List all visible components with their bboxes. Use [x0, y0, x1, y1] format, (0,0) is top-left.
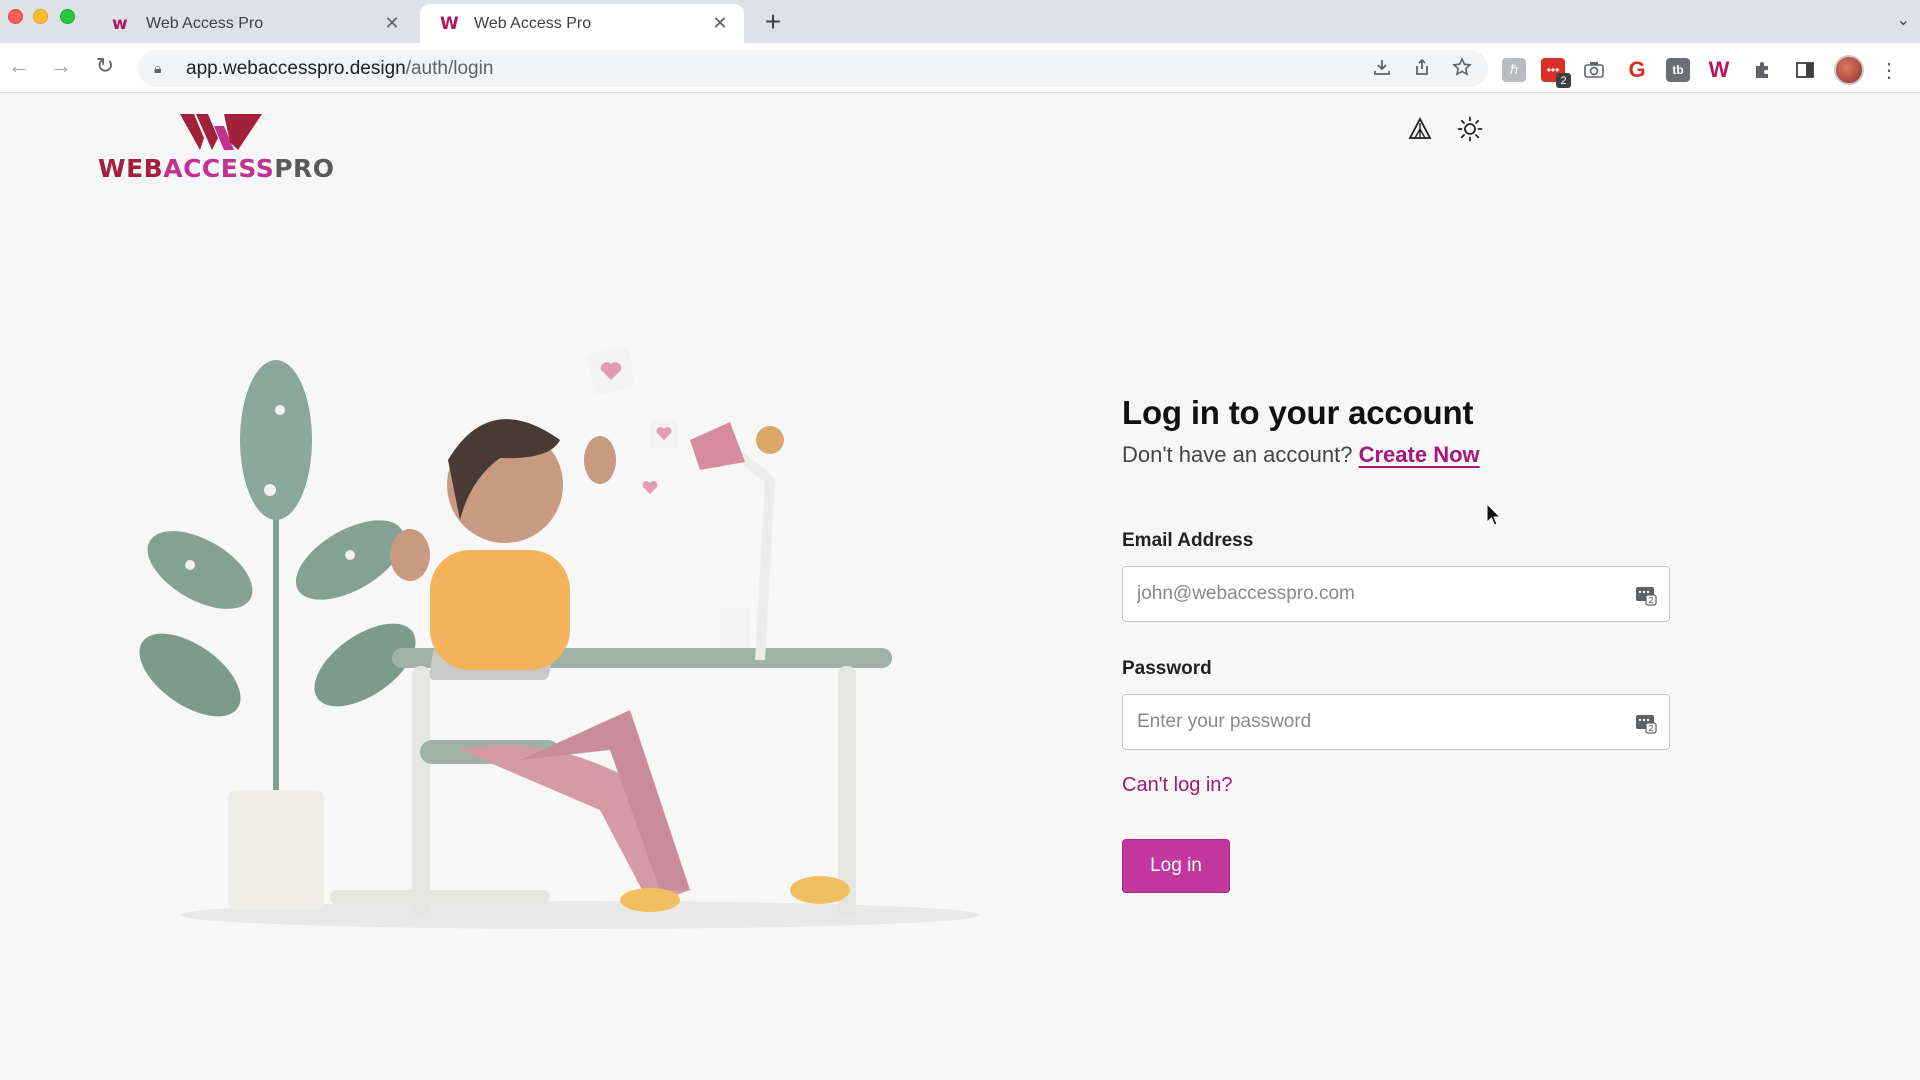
svg-text:2: 2 — [1649, 596, 1654, 605]
share-icon[interactable] — [1412, 57, 1432, 77]
extensions-row: ℏ ••• 2 G tb W ⋮ — [1502, 55, 1899, 88]
login-form: Log in to your account Don't have an acc… — [1122, 394, 1670, 893]
side-panel-icon[interactable] — [1791, 56, 1819, 84]
woman-at-desk-illustration — [139, 347, 980, 929]
page-title: Log in to your account — [1122, 394, 1474, 431]
lock-icon: 🔒︎ — [154, 60, 162, 76]
tab-search-chevron-icon[interactable]: ⌄ — [1897, 10, 1910, 30]
password-label: Password — [1122, 658, 1212, 679]
new-tab-icon[interactable]: + — [758, 6, 788, 38]
password-field-wrapper: 2 — [1122, 694, 1670, 750]
accessibility-triangle-icon[interactable] — [1406, 115, 1434, 143]
email-field-wrapper: 2 — [1122, 566, 1670, 622]
window-minimize-button[interactable] — [33, 9, 48, 24]
browser-menu-icon[interactable]: ⋮ — [1879, 58, 1899, 83]
profile-avatar[interactable] — [1834, 55, 1864, 85]
mouse-cursor-icon — [1486, 503, 1502, 526]
back-arrow-icon[interactable]: ← — [4, 53, 34, 79]
sun-theme-icon[interactable] — [1456, 115, 1484, 143]
web-access-pro-extension-icon[interactable]: W — [1705, 56, 1733, 84]
camera-icon[interactable] — [1580, 56, 1608, 84]
browser-toolbar: ← → ↻ 🔒︎ app.webaccesspro.design/auth/lo… — [0, 43, 1920, 93]
tab-close-icon[interactable]: ✕ — [710, 13, 730, 34]
login-button[interactable]: Log in — [1122, 839, 1230, 893]
address-bar[interactable]: 🔒︎ app.webaccesspro.design/auth/login — [138, 50, 1488, 87]
url-path: /auth/login — [405, 57, 494, 79]
extension-badge-count: 2 — [1556, 73, 1571, 88]
bookmark-star-icon[interactable] — [1452, 57, 1472, 77]
cant-login-link[interactable]: Can't log in? — [1122, 774, 1670, 797]
browser-tab-1[interactable]: w Web Access Pro ✕ — [92, 4, 416, 43]
grammarly-icon[interactable]: G — [1623, 56, 1651, 84]
web-access-pro-logo[interactable]: WEBACCESSPRO — [98, 112, 358, 183]
reload-icon[interactable]: ↻ — [90, 53, 120, 79]
tab-title: Web Access Pro — [146, 14, 264, 32]
password-manager-icon[interactable]: 2 — [1635, 712, 1657, 734]
extension-grey-icon[interactable]: ℏ — [1502, 58, 1526, 82]
w-logo-icon: w — [112, 13, 128, 34]
email-field[interactable] — [1137, 583, 1607, 605]
url-host: app.webaccesspro.design — [186, 57, 406, 79]
header-actions — [1406, 115, 1484, 143]
svg-text:2: 2 — [1649, 724, 1654, 733]
extension-password-icon[interactable]: ••• 2 — [1541, 58, 1571, 88]
window-close-button[interactable] — [8, 9, 23, 24]
logo-wordmark: WEBACCESSPRO — [98, 154, 335, 183]
puzzle-extensions-icon[interactable] — [1748, 56, 1776, 84]
window-maximize-button[interactable] — [60, 9, 75, 24]
w-logo-icon — [180, 114, 262, 150]
extension-tb-icon[interactable]: tb — [1666, 58, 1690, 82]
create-account-link[interactable]: Create Now — [1359, 442, 1480, 467]
forward-arrow-icon[interactable]: → — [46, 53, 76, 79]
tab-title: Web Access Pro — [474, 14, 592, 32]
browser-tab-2[interactable]: W Web Access Pro ✕ — [420, 4, 744, 43]
tab-close-icon[interactable]: ✕ — [382, 13, 402, 34]
browser-tab-strip: w Web Access Pro ✕ W Web Access Pro ✕ + … — [0, 0, 1920, 43]
email-label: Email Address — [1122, 530, 1254, 551]
signup-prompt: Don't have an account? Create Now — [1122, 442, 1670, 468]
plant-illustration — [139, 360, 416, 910]
password-field[interactable] — [1137, 711, 1607, 733]
signup-prompt-text: Don't have an account? — [1122, 442, 1353, 467]
password-manager-icon[interactable]: 2 — [1635, 584, 1657, 606]
install-app-icon[interactable] — [1372, 57, 1392, 77]
w-logo-icon: W — [440, 13, 459, 34]
